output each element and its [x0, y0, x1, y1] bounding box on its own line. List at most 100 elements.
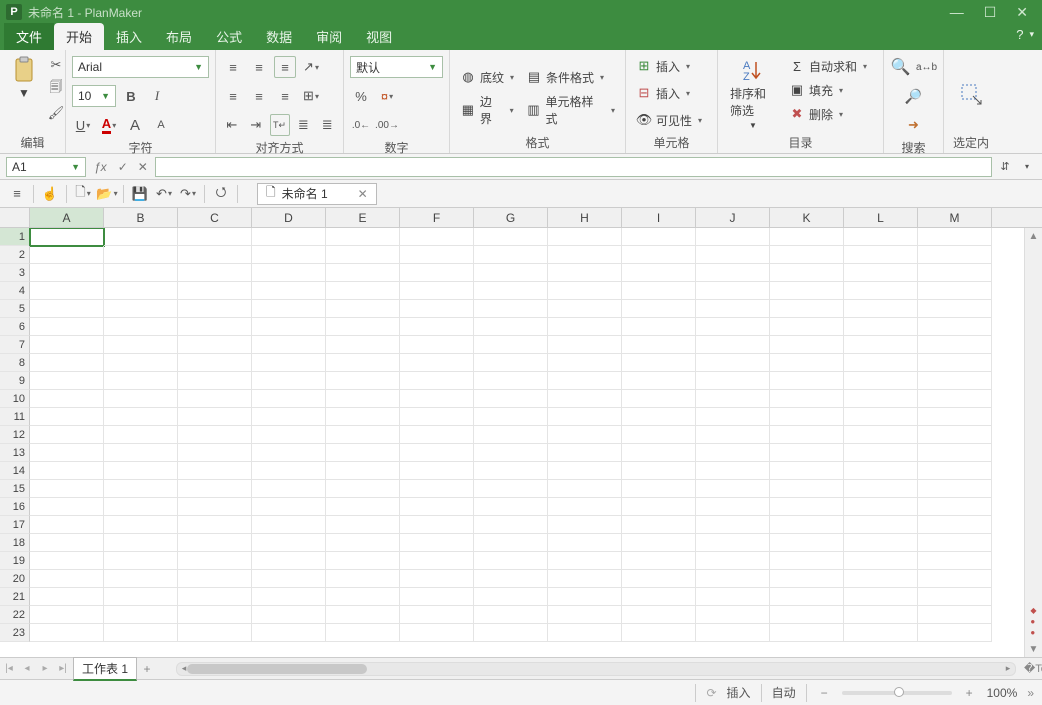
row-header-12[interactable]: 12: [0, 426, 30, 444]
cell-G19[interactable]: [474, 552, 548, 570]
cell-M13[interactable]: [918, 444, 992, 462]
cell-C3[interactable]: [178, 264, 252, 282]
cell-J10[interactable]: [696, 390, 770, 408]
cell-A10[interactable]: [30, 390, 104, 408]
cell-A9[interactable]: [30, 372, 104, 390]
row-header-toggle[interactable]: ≡: [6, 183, 28, 205]
cell-G7[interactable]: [474, 336, 548, 354]
cell-A19[interactable]: [30, 552, 104, 570]
cell-A7[interactable]: [30, 336, 104, 354]
cell-A2[interactable]: [30, 246, 104, 264]
cell-B7[interactable]: [104, 336, 178, 354]
underline-button[interactable]: U▾: [72, 114, 94, 136]
delete-button[interactable]: ✖删除▾: [785, 102, 871, 126]
sheet-prev-button[interactable]: ◂: [18, 663, 36, 674]
cell-D18[interactable]: [252, 534, 326, 552]
row-header-18[interactable]: 18: [0, 534, 30, 552]
cell-H16[interactable]: [548, 498, 622, 516]
cell-C18[interactable]: [178, 534, 252, 552]
cell-D8[interactable]: [252, 354, 326, 372]
cell-G16[interactable]: [474, 498, 548, 516]
decrease-decimal-button[interactable]: .00→: [376, 114, 398, 136]
cell-D21[interactable]: [252, 588, 326, 606]
cell-A4[interactable]: [30, 282, 104, 300]
decrease-indent-button[interactable]: ⇤: [222, 114, 242, 136]
merge-button[interactable]: ⊞▾: [300, 85, 322, 107]
cell-C4[interactable]: [178, 282, 252, 300]
cell-H15[interactable]: [548, 480, 622, 498]
cell-E10[interactable]: [326, 390, 400, 408]
cell-B8[interactable]: [104, 354, 178, 372]
cell-B3[interactable]: [104, 264, 178, 282]
cell-F17[interactable]: [400, 516, 474, 534]
cell-K8[interactable]: [770, 354, 844, 372]
find-next-button[interactable]: 🔎: [903, 85, 925, 107]
cell-L16[interactable]: [844, 498, 918, 516]
cell-M14[interactable]: [918, 462, 992, 480]
zoom-in-button[interactable]: +: [962, 686, 977, 700]
increase-decimal-button[interactable]: .0←: [350, 114, 372, 136]
row-header-2[interactable]: 2: [0, 246, 30, 264]
cell-C20[interactable]: [178, 570, 252, 588]
cell-I23[interactable]: [622, 624, 696, 642]
cell-C16[interactable]: [178, 498, 252, 516]
cell-I8[interactable]: [622, 354, 696, 372]
tab-formula[interactable]: 公式: [204, 23, 254, 50]
cell-H2[interactable]: [548, 246, 622, 264]
cancel-button[interactable]: ✕: [135, 160, 151, 174]
cell-I7[interactable]: [622, 336, 696, 354]
sheet-last-button[interactable]: ▸|: [54, 663, 72, 674]
find-button[interactable]: 🔍: [890, 56, 912, 78]
cell-J17[interactable]: [696, 516, 770, 534]
cell-J14[interactable]: [696, 462, 770, 480]
cell-K4[interactable]: [770, 282, 844, 300]
tab-file[interactable]: 文件: [4, 23, 54, 50]
cell-D20[interactable]: [252, 570, 326, 588]
row-header-7[interactable]: 7: [0, 336, 30, 354]
cell-H5[interactable]: [548, 300, 622, 318]
cell-K15[interactable]: [770, 480, 844, 498]
cell-L23[interactable]: [844, 624, 918, 642]
row-header-11[interactable]: 11: [0, 408, 30, 426]
cell-L9[interactable]: [844, 372, 918, 390]
tab-insert[interactable]: 插入: [104, 23, 154, 50]
cell-H4[interactable]: [548, 282, 622, 300]
cell-J13[interactable]: [696, 444, 770, 462]
cell-D15[interactable]: [252, 480, 326, 498]
cell-E1[interactable]: [326, 228, 400, 246]
row-header-21[interactable]: 21: [0, 588, 30, 606]
hscroll-right[interactable]: ▸: [1001, 663, 1015, 674]
cell-B20[interactable]: [104, 570, 178, 588]
sheet-tab[interactable]: 工作表 1: [73, 657, 137, 681]
row-header-14[interactable]: 14: [0, 462, 30, 480]
cell-B9[interactable]: [104, 372, 178, 390]
row-header-5[interactable]: 5: [0, 300, 30, 318]
cell-K20[interactable]: [770, 570, 844, 588]
cell-A14[interactable]: [30, 462, 104, 480]
cell-I13[interactable]: [622, 444, 696, 462]
cell-C8[interactable]: [178, 354, 252, 372]
cell-B2[interactable]: [104, 246, 178, 264]
cell-E20[interactable]: [326, 570, 400, 588]
cell-E19[interactable]: [326, 552, 400, 570]
cell-H17[interactable]: [548, 516, 622, 534]
cell-K9[interactable]: [770, 372, 844, 390]
cell-L14[interactable]: [844, 462, 918, 480]
cell-D2[interactable]: [252, 246, 326, 264]
cell-C5[interactable]: [178, 300, 252, 318]
cell-K7[interactable]: [770, 336, 844, 354]
cell-J23[interactable]: [696, 624, 770, 642]
cell-J21[interactable]: [696, 588, 770, 606]
percent-button[interactable]: %: [350, 85, 372, 107]
cell-J3[interactable]: [696, 264, 770, 282]
format-painter-button[interactable]: 🖌: [45, 102, 67, 124]
cell-D12[interactable]: [252, 426, 326, 444]
cell-H9[interactable]: [548, 372, 622, 390]
cell-B21[interactable]: [104, 588, 178, 606]
column-header-C[interactable]: C: [178, 208, 252, 227]
cell-A3[interactable]: [30, 264, 104, 282]
ribbon-collapse[interactable]: ▾: [1029, 29, 1034, 40]
align-left-button[interactable]: ≡: [222, 85, 244, 107]
accept-button[interactable]: ✓: [115, 160, 131, 174]
cell-G21[interactable]: [474, 588, 548, 606]
